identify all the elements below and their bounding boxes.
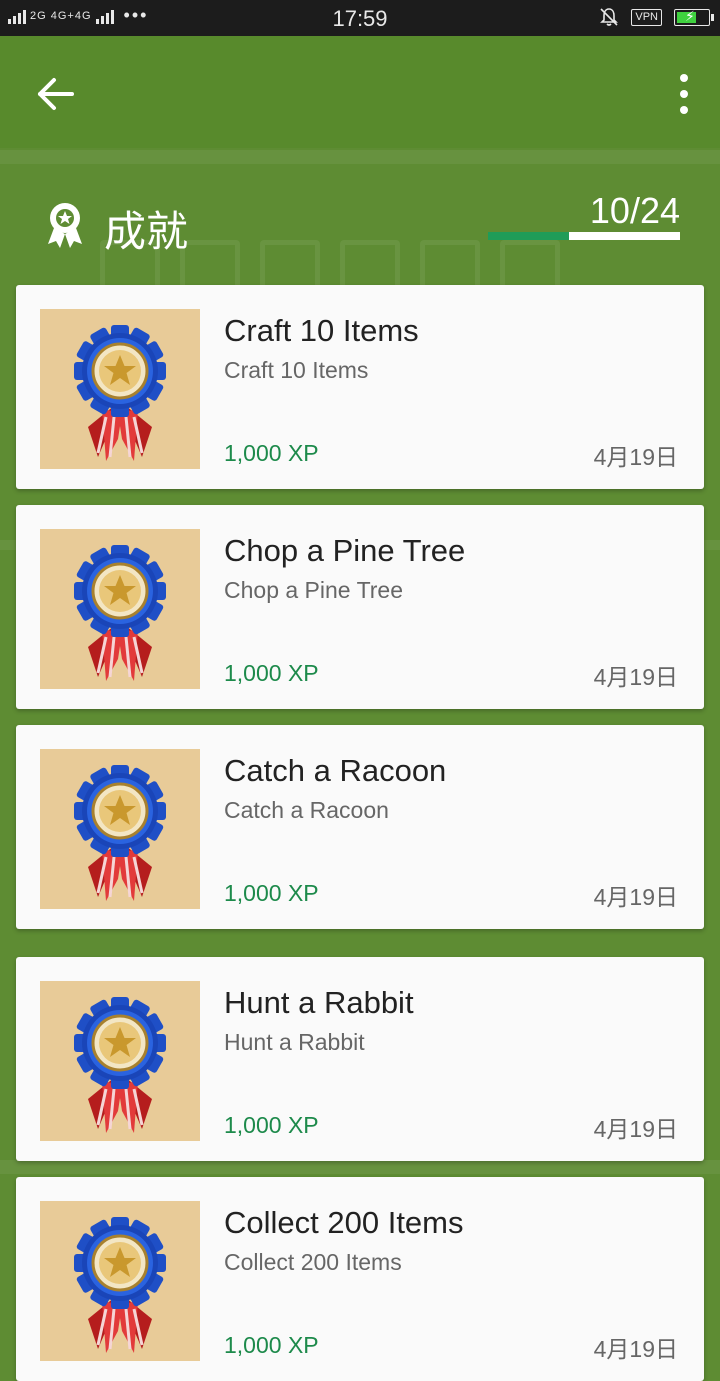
achievement-description: Collect 200 Items — [224, 1249, 402, 1275]
back-button[interactable] — [34, 72, 78, 116]
achievement-date: 4月19日 — [593, 884, 678, 910]
achievement-xp: 1,000 XP — [224, 440, 319, 466]
award-ribbon-icon — [40, 309, 200, 469]
achievement-card[interactable]: Catch a Racoon Catch a Racoon 1,000 XP 4… — [16, 725, 704, 929]
arrow-left-icon — [38, 78, 74, 110]
achievement-xp: 1,000 XP — [224, 1112, 319, 1138]
battery-icon: ⚡ — [674, 8, 714, 26]
achievement-date: 4月19日 — [593, 1336, 678, 1362]
achievement-title: Catch a Racoon — [224, 753, 447, 788]
achievement-date: 4月19日 — [593, 1116, 678, 1142]
bell-muted-icon — [600, 8, 619, 26]
award-ribbon-icon — [40, 1201, 200, 1361]
achievement-title: Chop a Pine Tree — [224, 533, 466, 568]
app-bar — [0, 36, 720, 148]
vpn-badge: VPN — [631, 8, 662, 26]
achievement-counter: 10/24 — [589, 190, 680, 231]
award-ribbon-icon — [40, 529, 200, 689]
medal-icon — [48, 203, 82, 248]
achievement-card[interactable]: Chop a Pine Tree Chop a Pine Tree 1,000 … — [16, 505, 704, 709]
achievement-description: Craft 10 Items — [224, 357, 369, 383]
award-ribbon-icon — [40, 981, 200, 1141]
achievement-card[interactable]: Hunt a Rabbit Hunt a Rabbit 1,000 XP 4月1… — [16, 957, 704, 1161]
page-title: 成就 — [104, 208, 189, 255]
achievement-card[interactable]: Craft 10 Items Craft 10 Items 1,000 XP 4… — [16, 285, 704, 489]
achievement-description: Hunt a Rabbit — [224, 1029, 365, 1055]
achievement-date: 4月19日 — [593, 664, 678, 690]
achievements-header: 成就 10/24 — [0, 190, 720, 260]
achievement-title: Craft 10 Items — [224, 313, 419, 348]
status-bar: 2G 4G+4G ••• 17:59 VPN ⚡ — [0, 0, 720, 36]
overflow-menu-button[interactable] — [676, 74, 692, 114]
more-vertical-icon — [680, 74, 688, 82]
achievement-description: Chop a Pine Tree — [224, 577, 404, 603]
achievement-card[interactable]: Collect 200 Items Collect 200 Items 1,00… — [16, 1177, 704, 1381]
award-ribbon-icon — [40, 749, 200, 909]
achievement-xp: 1,000 XP — [224, 1332, 319, 1358]
achievement-title: Collect 200 Items — [224, 1205, 464, 1240]
achievement-progress-bar — [488, 232, 680, 240]
achievement-description: Catch a Racoon — [224, 797, 389, 823]
achievement-title: Hunt a Rabbit — [224, 985, 414, 1020]
achievement-xp: 1,000 XP — [224, 660, 319, 686]
achievement-xp: 1,000 XP — [224, 880, 319, 906]
achievement-date: 4月19日 — [593, 444, 678, 470]
